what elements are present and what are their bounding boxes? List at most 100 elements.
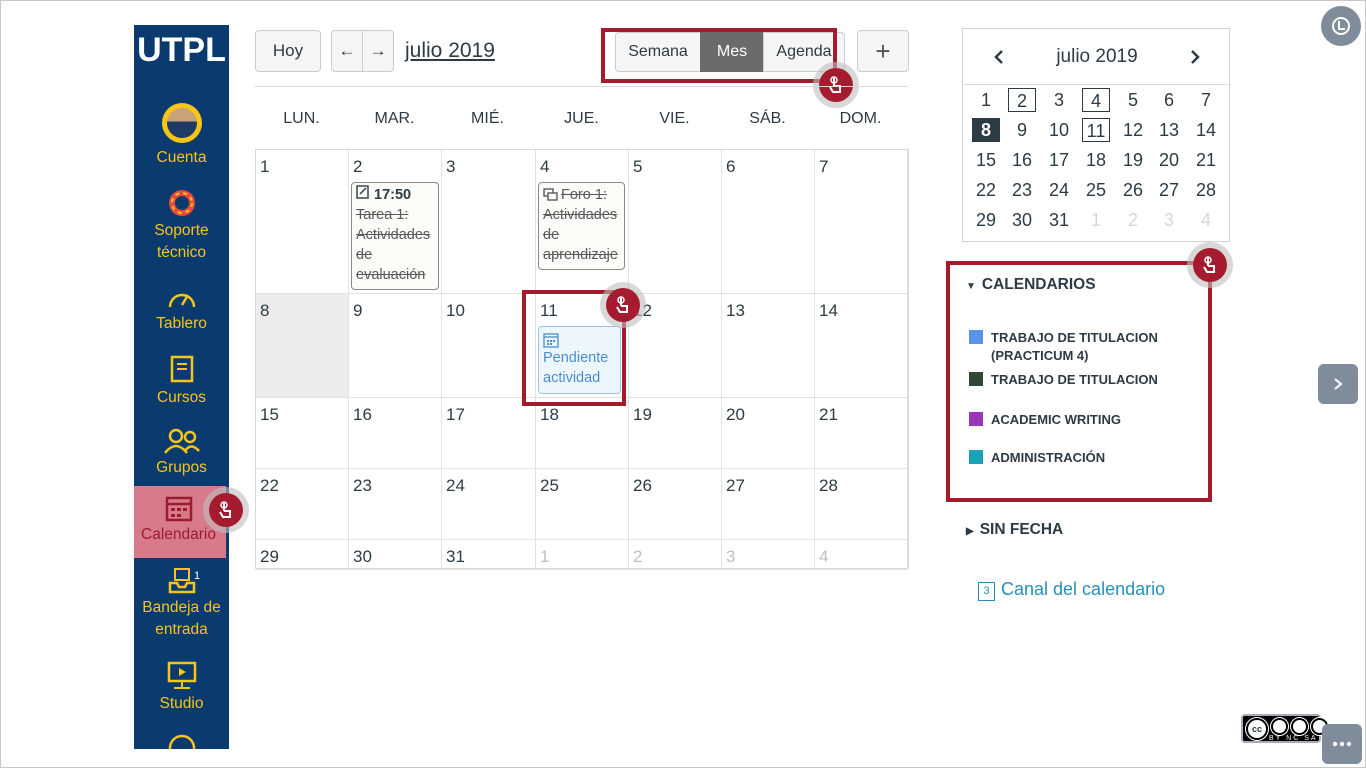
mini-day[interactable]: 16: [1008, 148, 1036, 172]
mini-day[interactable]: 2: [1119, 208, 1147, 232]
event-tarea-1[interactable]: 17:50 Tarea 1: Actividades de evaluación: [351, 182, 439, 290]
mini-day[interactable]: 7: [1192, 88, 1220, 112]
nav-label-bandeja: Bandeja de entrada: [142, 599, 221, 638]
mini-day[interactable]: 27: [1155, 178, 1183, 202]
prev-month-button[interactable]: ←: [331, 30, 363, 72]
more-options-button[interactable]: [1322, 724, 1362, 764]
mini-day[interactable]: 1: [1082, 208, 1110, 232]
nav-item-soporte[interactable]: Soporte técnico: [134, 188, 229, 264]
mini-day[interactable]: 13: [1155, 118, 1183, 142]
day-cell[interactable]: 18: [536, 398, 629, 469]
nav-item-tablero[interactable]: Tablero: [134, 285, 229, 335]
calendars-toggle[interactable]: ▼ CALENDARIOS: [966, 276, 1096, 294]
accessibility-button[interactable]: [1321, 6, 1361, 46]
mini-day[interactable]: 3: [1155, 208, 1183, 232]
mini-day[interactable]: 2: [1008, 88, 1036, 112]
day-cell[interactable]: 13: [722, 294, 815, 398]
nav-item-cursos[interactable]: Cursos: [134, 355, 229, 409]
mini-day[interactable]: 21: [1192, 148, 1220, 172]
mini-day[interactable]: 30: [1008, 208, 1036, 232]
mini-day[interactable]: 25: [1082, 178, 1110, 202]
day-cell[interactable]: 22: [256, 469, 349, 540]
day-cell[interactable]: 15: [256, 398, 349, 469]
day-cell[interactable]: 17: [442, 398, 536, 469]
mini-day[interactable]: 23: [1008, 178, 1036, 202]
day-cell[interactable]: 25: [536, 469, 629, 540]
day-cell[interactable]: 9: [349, 294, 442, 398]
add-event-button[interactable]: +: [857, 30, 909, 72]
mini-day[interactable]: 26: [1119, 178, 1147, 202]
nav-item-studio[interactable]: Studio: [134, 661, 229, 715]
day-cell[interactable]: 28: [815, 469, 908, 540]
mini-day[interactable]: 10: [1045, 118, 1073, 142]
calendar-feed-link[interactable]: 3 Canal del calendario: [978, 579, 1165, 601]
calendar-entry-label: TRABAJO DE TITULACION (PRACTICUM 4): [991, 330, 1158, 363]
mini-day[interactable]: 20: [1155, 148, 1183, 172]
event-foro-1[interactable]: Foro 1: Actividades de aprendizaje: [538, 182, 625, 270]
month-title[interactable]: julio 2019: [405, 39, 495, 63]
nav-item-bandeja[interactable]: 1 Bandeja de entrada: [134, 565, 229, 641]
tap-hint-icon: [606, 288, 640, 322]
day-cell[interactable]: 27: [722, 469, 815, 540]
calendar-color-swatch[interactable]: [969, 412, 983, 426]
day-cell[interactable]: 21: [815, 398, 908, 469]
day-cell[interactable]: 30: [349, 540, 442, 570]
day-cell[interactable]: 4: [815, 540, 908, 570]
nav-item-help[interactable]: [134, 733, 229, 749]
day-cell[interactable]: 19: [629, 398, 722, 469]
day-cell[interactable]: 3: [442, 150, 536, 294]
mini-day[interactable]: 17: [1045, 148, 1073, 172]
mini-day[interactable]: 9: [1008, 118, 1036, 142]
mini-day[interactable]: 15: [972, 148, 1000, 172]
chevron-right-icon[interactable]: [1189, 49, 1201, 65]
day-cell[interactable]: 6: [722, 150, 815, 294]
mini-day[interactable]: 3: [1045, 88, 1073, 112]
day-cell[interactable]: 23: [349, 469, 442, 540]
day-cell[interactable]: 14: [815, 294, 908, 398]
calendar-color-swatch[interactable]: [969, 372, 983, 386]
day-cell[interactable]: 24: [442, 469, 536, 540]
mini-day[interactable]: 28: [1192, 178, 1220, 202]
mini-day[interactable]: 6: [1155, 88, 1183, 112]
mini-day[interactable]: 4: [1082, 88, 1110, 112]
day-cell[interactable]: 16: [349, 398, 442, 469]
today-button[interactable]: Hoy: [255, 30, 321, 72]
mini-day[interactable]: 29: [972, 208, 1000, 232]
day-cell[interactable]: 2: [629, 540, 722, 570]
mini-day[interactable]: 14: [1192, 118, 1220, 142]
calendar-color-swatch[interactable]: [969, 330, 983, 344]
mini-day[interactable]: 4: [1192, 208, 1220, 232]
undated-toggle[interactable]: ▶ SIN FECHA: [966, 521, 1063, 539]
mini-day[interactable]: 31: [1045, 208, 1073, 232]
nav-item-cuenta[interactable]: Cuenta: [134, 103, 229, 169]
mini-day[interactable]: 1: [972, 88, 1000, 112]
nav-item-grupos[interactable]: Grupos: [134, 427, 229, 479]
mini-day[interactable]: 12: [1119, 118, 1147, 142]
day-number: 4: [819, 547, 829, 566]
day-cell[interactable]: 1: [536, 540, 629, 570]
mini-day[interactable]: 24: [1045, 178, 1073, 202]
day-cell[interactable]: 29: [256, 540, 349, 570]
mini-day[interactable]: 11: [1082, 118, 1110, 142]
mini-day[interactable]: 18: [1082, 148, 1110, 172]
day-number: 1: [540, 547, 550, 566]
utpl-logo[interactable]: UTPL: [134, 31, 229, 70]
day-cell[interactable]: 31: [442, 540, 536, 570]
day-cell[interactable]: 20: [722, 398, 815, 469]
day-cell[interactable]: 5: [629, 150, 722, 294]
day-cell[interactable]: 26: [629, 469, 722, 540]
day-cell[interactable]: 1: [256, 150, 349, 294]
mini-day[interactable]: 5: [1119, 88, 1147, 112]
day-cell[interactable]: 12: [629, 294, 722, 398]
calendar-icon: [165, 496, 192, 522]
mini-day[interactable]: 8: [972, 118, 1000, 142]
next-month-button[interactable]: →: [362, 30, 394, 72]
calendar-color-swatch[interactable]: [969, 450, 983, 464]
day-cell[interactable]: 3: [722, 540, 815, 570]
next-slide-button[interactable]: [1318, 364, 1358, 404]
nav-item-calendario[interactable]: Calendario: [134, 486, 226, 558]
day-cell[interactable]: 7: [815, 150, 908, 294]
day-cell[interactable]: 8: [256, 294, 349, 398]
mini-day[interactable]: 19: [1119, 148, 1147, 172]
mini-day[interactable]: 22: [972, 178, 1000, 202]
